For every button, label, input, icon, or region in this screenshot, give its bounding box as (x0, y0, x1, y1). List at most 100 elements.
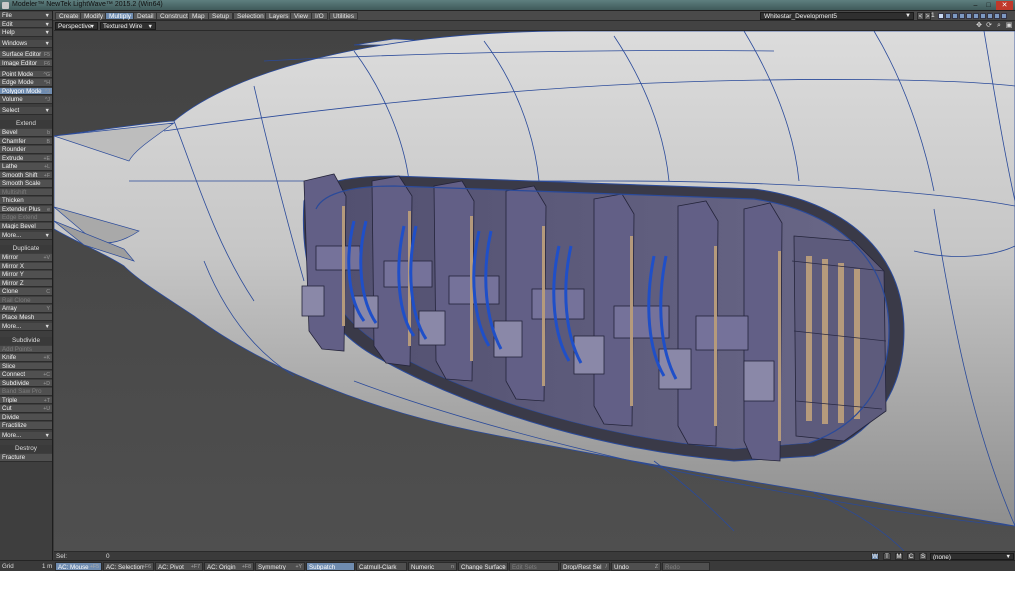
divide-button[interactable]: Divide (0, 413, 52, 422)
texture-map-toggle[interactable]: T (883, 553, 891, 560)
rotate-view-icon[interactable]: ⟳ (985, 22, 993, 30)
numeric-button[interactable]: Numeric n (408, 562, 457, 571)
lathe-button[interactable]: Lathe +L (0, 163, 52, 171)
windows-menu[interactable]: Windows ▼ (0, 40, 52, 48)
color-map-toggle[interactable]: C (907, 553, 915, 560)
minimize-button[interactable]: – (970, 1, 981, 10)
subdivide-button[interactable]: Subdivide +D (0, 379, 52, 388)
smooth-scale-button[interactable]: Smooth Scale (0, 180, 52, 188)
tab-multiply[interactable]: Multiply (105, 12, 136, 20)
thicken-button[interactable]: Thicken (0, 197, 52, 205)
image-editor-button[interactable]: Image Editor F6 (0, 59, 52, 68)
tab-layers[interactable]: Layers (265, 12, 293, 20)
tab-selection[interactable]: Selection (233, 12, 268, 20)
smooth-shift-button[interactable]: Smooth Shift +F (0, 171, 52, 180)
edit-menu[interactable]: Edit ▼ (0, 20, 52, 29)
layer-cell[interactable] (959, 13, 965, 19)
multishift-button[interactable]: Multishift (0, 188, 52, 197)
connect-button[interactable]: Connect +C (0, 371, 52, 379)
subdivide-more-menu[interactable]: More... ▼ (0, 432, 52, 440)
next-layer-button[interactable]: > (924, 12, 931, 20)
band-saw-pro-button[interactable]: Band Saw Pro (0, 388, 52, 396)
tab-setup[interactable]: Setup (208, 12, 233, 20)
fractilize-button[interactable]: Fractilize (0, 422, 52, 430)
title-bar: Modeler™ NewTek LightWave™ 2015.2 (Win64… (0, 0, 1015, 11)
view-type-select[interactable]: Perspective ▼ (55, 22, 98, 30)
object-select[interactable]: Whitestar_Development5 ▼ (760, 12, 914, 20)
zoom-view-icon[interactable]: ⌕ (995, 22, 1003, 30)
cut-button[interactable]: Cut +U (0, 405, 52, 413)
tab-io[interactable]: I/O (311, 12, 328, 20)
maximize-button[interactable]: □ (983, 1, 994, 10)
rounder-button[interactable]: Rounder (0, 146, 52, 154)
select-menu[interactable]: Select ▼ (0, 107, 52, 115)
perspective-viewport[interactable] (54, 31, 1015, 551)
edge-extend-button[interactable]: Edge Extend (0, 214, 52, 222)
duplicate-more-menu[interactable]: More... ▼ (0, 323, 52, 331)
layer-cell[interactable] (973, 13, 979, 19)
selection-set-toggle[interactable]: S (919, 553, 927, 560)
layer-cell[interactable] (994, 13, 1000, 19)
polygon-mode-button[interactable]: Polygon Mode ^J (0, 87, 52, 96)
knife-button[interactable]: Knife +K (0, 354, 52, 362)
change-surface-button[interactable]: Change Surface q (458, 562, 508, 571)
layer-cell[interactable] (987, 13, 993, 19)
slice-button[interactable]: Slice (0, 362, 52, 371)
layer-cell[interactable] (966, 13, 972, 19)
tab-construct[interactable]: Construct (156, 12, 192, 20)
extender-plus-button[interactable]: Extender Plus e (0, 205, 52, 214)
undo-button[interactable]: Undo Z (611, 562, 661, 571)
layer-cell[interactable] (945, 13, 951, 19)
drop-rest-sel-button[interactable]: Drop/Rest Sel / (560, 562, 610, 571)
ac-selection-button[interactable]: AC: Selection +F6 (103, 562, 154, 571)
mirror-button[interactable]: Mirror +V (0, 254, 52, 262)
tab-utilities[interactable]: Utilities (329, 12, 358, 20)
render-style-select[interactable]: Textured Wire ▼ (100, 22, 156, 30)
subpatch-button[interactable]: Subpatch (306, 562, 355, 571)
morph-map-toggle[interactable]: M (895, 553, 903, 560)
mirror-z-button[interactable]: Mirror Z (0, 279, 52, 288)
tab-detail[interactable]: Detail (133, 12, 158, 20)
chamfer-button[interactable]: Chamfer B (0, 137, 52, 146)
layer-cell[interactable] (952, 13, 958, 19)
mirror-x-button[interactable]: Mirror X (0, 262, 52, 271)
add-points-button[interactable]: Add Points (0, 345, 52, 354)
vertex-map-select[interactable]: (none) ▼ (930, 553, 1014, 561)
redo-button[interactable]: Redo (662, 562, 710, 571)
tab-modify[interactable]: Modify (80, 12, 108, 20)
close-button[interactable]: ✕ (996, 1, 1013, 10)
clone-button[interactable]: Clone C (0, 288, 52, 296)
extrude-button[interactable]: Extrude +E (0, 154, 52, 163)
rail-clone-button[interactable]: Rail Clone (0, 296, 52, 305)
subpatch-type-select[interactable]: Catmull-Clark (356, 562, 407, 571)
ac-pivot-button[interactable]: AC: Pivot +F7 (155, 562, 203, 571)
magic-bevel-button[interactable]: Magic Bevel (0, 222, 52, 231)
help-menu[interactable]: Help ▼ (0, 29, 52, 37)
previous-layer-button[interactable]: < (917, 12, 924, 20)
ac-mouse-button[interactable]: AC: Mouse +F5 (55, 562, 102, 571)
mirror-y-button[interactable]: Mirror Y (0, 271, 52, 279)
maximize-viewport-icon[interactable]: ▣ (1005, 22, 1013, 30)
edge-mode-button[interactable]: Edge Mode ^H (0, 79, 52, 87)
symmetry-button[interactable]: Symmetry +Y (255, 562, 305, 571)
move-view-icon[interactable]: ✥ (975, 22, 983, 30)
layer-cell[interactable] (938, 13, 944, 19)
tab-map[interactable]: Map (188, 12, 209, 20)
array-button[interactable]: Array Y (0, 305, 52, 313)
weight-map-toggle[interactable]: W (871, 553, 879, 560)
tab-create[interactable]: Create (55, 12, 83, 20)
bevel-button[interactable]: Bevel b (0, 129, 52, 137)
extend-more-menu[interactable]: More... ▼ (0, 232, 52, 240)
point-mode-button[interactable]: Point Mode ^G (0, 70, 52, 79)
file-menu[interactable]: File ▼ (0, 12, 52, 20)
fracture-button[interactable]: Fracture (0, 454, 52, 462)
volume-mode-button[interactable]: Volume ^J (0, 96, 52, 104)
tab-view[interactable]: View (290, 12, 312, 20)
place-mesh-button[interactable]: Place Mesh (0, 313, 52, 322)
layer-cell[interactable] (980, 13, 986, 19)
triple-button[interactable]: Triple +T (0, 396, 52, 405)
edit-sets-button[interactable]: Edit Sets (509, 562, 559, 571)
ac-origin-button[interactable]: AC: Origin +F8 (204, 562, 254, 571)
surface-editor-button[interactable]: Surface Editor F5 (0, 51, 52, 59)
layer-cell[interactable] (1001, 13, 1007, 19)
